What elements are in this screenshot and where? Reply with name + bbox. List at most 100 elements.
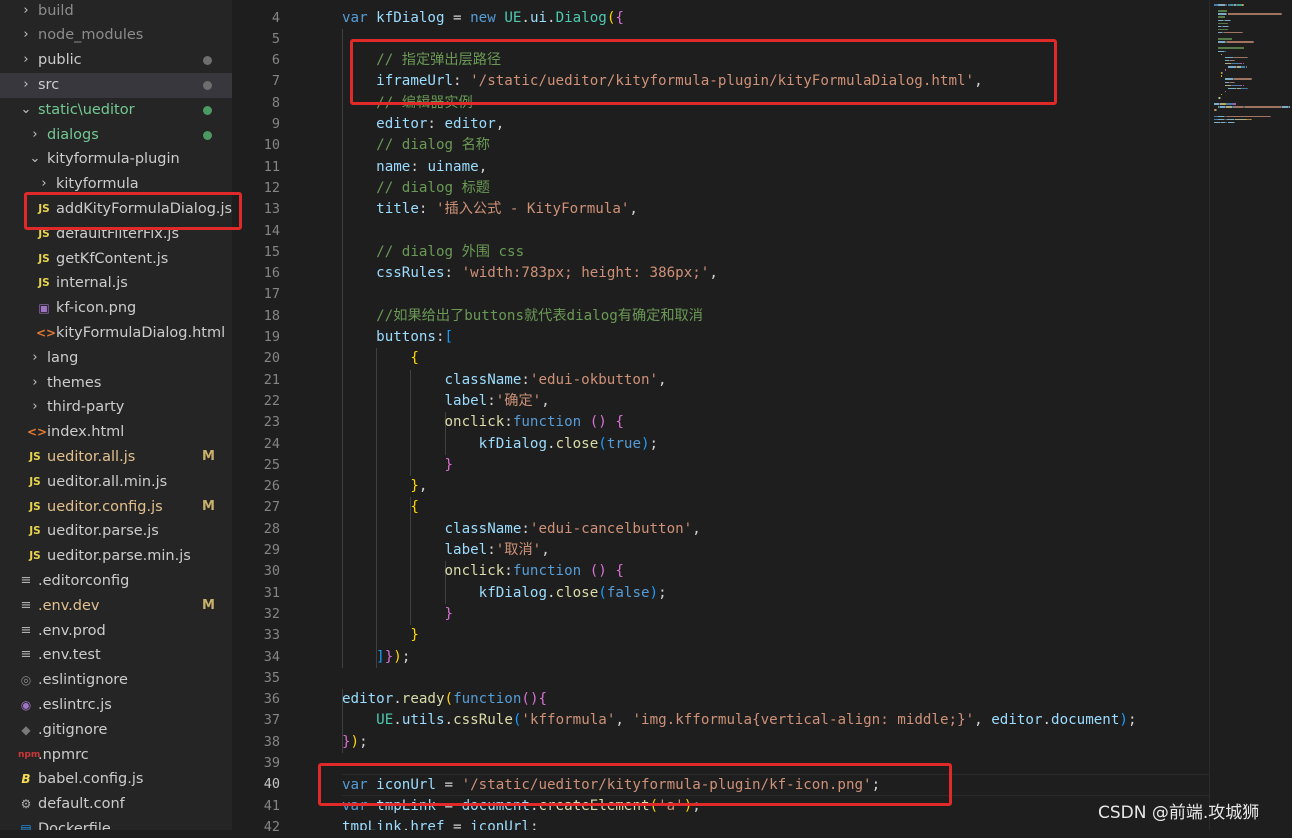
tree-item-node-modules[interactable]: › node_modules [0,23,232,48]
minimap-line [1233,78,1251,80]
code-line[interactable]: label:'取消', [342,540,1209,561]
code-line[interactable] [342,753,1209,774]
tree-item-babel-config-js[interactable]: Bbabel.config.js [0,767,232,792]
tree-item-ueditor-all-min-js[interactable]: JS ueditor.all.min.js [0,470,232,495]
code-token: iconUrl [376,777,436,794]
code-token: : [521,371,530,388]
tree-item-themes[interactable]: › themes [0,371,232,396]
tree-item-eslintrc-js[interactable]: ◉ .eslintrc.js [0,693,232,718]
code-token: title [376,201,419,218]
tree-item-npmrc[interactable]: npm .npmrc [0,743,232,768]
code-line[interactable]: // 指定弹出层路径 [342,50,1209,71]
tree-item-build[interactable]: › build [0,0,232,23]
tree-item-label: internal.js [56,275,128,292]
code-line[interactable]: { [342,497,1209,518]
tree-item-kf-icon-png[interactable]: ▣ kf-icon.png [0,296,232,321]
minimap[interactable] [1209,0,1292,830]
code-line[interactable]: kfDialog.close(true); [342,434,1209,455]
code-line[interactable]: cssRules: 'width:783px; height: 386px;', [342,263,1209,284]
code-line[interactable]: editor.ready(function(){ [342,689,1209,710]
code-line[interactable] [342,668,1209,689]
code-line[interactable]: className:'edui-okbutton', [342,370,1209,391]
code-line[interactable]: onclick:function () { [342,561,1209,582]
code-line[interactable]: //如果给出了buttons就代表dialog有确定和取消 [342,306,1209,327]
code-token: //如果给出了buttons就代表dialog有确定和取消 [376,307,703,324]
code-line[interactable]: editor: editor, [342,114,1209,135]
tree-item-public[interactable]: › public [0,48,232,73]
code-editor[interactable]: var kfDialog = new UE.ui.Dialog({ // 指定弹… [334,0,1209,830]
tree-item-kityformuladialog-html[interactable]: <> kityFormulaDialog.html [0,321,232,346]
git-icon: ◆ [21,722,31,737]
tree-item-dialogs[interactable]: › dialogs [0,123,232,148]
tree-item-label: ueditor.parse.js [47,523,159,540]
code-token: ; [401,648,411,665]
code-token: } [410,627,419,644]
tree-item-ueditor-all-js[interactable]: JS ueditor.all.js M [0,445,232,470]
tree-item-label: .env.test [38,647,101,664]
line-number: 9 [271,116,280,132]
code-line[interactable]: kfDialog.close(false); [342,583,1209,604]
tree-item-getkfcontent-js[interactable]: JS getKfContent.js [0,247,232,272]
code-line[interactable]: // dialog 标题 [342,178,1209,199]
tree-item-default-conf[interactable]: ⚙ default.conf [0,792,232,817]
tree-item-addkityformuladialog-js[interactable]: JS addKityFormulaDialog.js [0,197,232,222]
code-line[interactable]: } [342,604,1209,625]
tree-item-kityformula[interactable]: › kityformula [0,172,232,197]
tree-item-eslintignore[interactable]: ◎ .eslintignore [0,668,232,693]
git-status-dot [203,130,212,140]
tree-item-env-dev[interactable]: ≡ .env.dev M [0,594,232,619]
code-line[interactable]: UE.utils.cssRule('kfformula', 'img.kffor… [342,710,1209,731]
minimap-line [1232,62,1241,65]
code-line[interactable]: // dialog 名称 [342,135,1209,156]
code-line[interactable]: // 编辑器实例 [342,93,1209,114]
tree-item-editorconfig[interactable]: ≡ .editorconfig [0,569,232,594]
tree-item-kityformula-plugin[interactable]: ⌄ kityformula-plugin [0,147,232,172]
tree-item-ueditor-parse-js[interactable]: JS ueditor.parse.js [0,519,232,544]
code-line[interactable]: iframeUrl: '/static/ueditor/kityformula-… [342,71,1209,92]
minimap-line [1241,31,1243,34]
code-line[interactable]: title: '插入公式 - KityFormula', [342,199,1209,220]
tree-item-internal-js[interactable]: JS internal.js [0,271,232,296]
tree-item-index-html[interactable]: <> index.html [0,420,232,445]
code-line[interactable]: } [342,455,1209,476]
code-line[interactable]: // dialog 外围 css [342,242,1209,263]
tree-item-label: ueditor.config.js [47,498,163,515]
code-line[interactable]: tmpLink.href = iconUrl; [342,817,1209,830]
tree-item-env-prod[interactable]: ≡ .env.prod [0,619,232,644]
code-line[interactable]: { [342,348,1209,369]
tree-item-ueditor-config-js[interactable]: JS ueditor.config.js M [0,495,232,520]
tree-item-src[interactable]: › src [0,72,232,98]
code-line[interactable] [342,29,1209,50]
code-line[interactable]: } [342,625,1209,646]
tree-item-gitignore[interactable]: ◆ .gitignore [0,718,232,743]
code-line[interactable]: ]}); [342,647,1209,668]
code-line[interactable]: var tmpLink = document.createElement('a'… [342,796,1209,817]
code-line[interactable] [342,221,1209,242]
code-line[interactable]: var kfDialog = new UE.ui.Dialog({ [342,8,1209,29]
code-line[interactable]: className:'edui-cancelbutton', [342,519,1209,540]
tree-item-lang[interactable]: › lang [0,346,232,371]
line-number: 19 [263,329,280,345]
code-line[interactable]: label:'确定', [342,391,1209,412]
code-line[interactable]: }); [342,732,1209,753]
tree-item-defaultfilterfix-js[interactable]: JS defaultFilterFix.js [0,222,232,247]
code-line[interactable]: }, [342,476,1209,497]
chevron-right-icon: › [23,76,29,92]
chevron-right-icon: › [32,399,38,415]
tree-item-env-test[interactable]: ≡ .env.test [0,643,232,668]
tree-item-static-ueditor[interactable]: ⌄ static\ueditor [0,98,232,123]
code-line[interactable] [342,284,1209,305]
tree-item-ueditor-parse-min-js[interactable]: JS ueditor.parse.min.js [0,544,232,569]
code-token: } [384,648,394,665]
code-line[interactable]: onclick:function () { [342,412,1209,433]
tree-item-third-party[interactable]: › third-party [0,395,232,420]
code-line[interactable]: buttons:[ [342,327,1209,348]
code-line[interactable]: var iconUrl = '/static/ueditor/kityformu… [342,774,1209,796]
minimap-line [1224,78,1233,80]
code-line[interactable]: name: uiname, [342,157,1209,178]
tree-item-dockerfile[interactable]: ▤ Dockerfile [0,817,232,830]
